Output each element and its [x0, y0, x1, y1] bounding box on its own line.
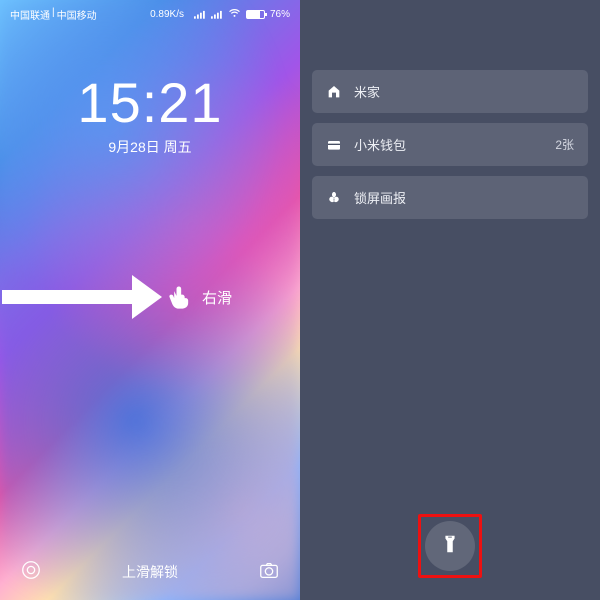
status-carriers: 中国联通 | 中国移动 [10, 7, 97, 22]
status-bar: 中国联通 | 中国移动 0.89K/s 76% [0, 0, 300, 22]
flashlight-button[interactable] [425, 521, 475, 571]
shortcut-item-label: 锁屏画报 [354, 188, 574, 207]
swipe-right-hint: 右滑 [0, 275, 300, 319]
mijia-icon [326, 84, 342, 100]
carrier-divider: | [52, 7, 55, 22]
signal-bars-2-icon [211, 10, 223, 19]
status-right: 0.89K/s 76% [150, 6, 290, 22]
lockscreen-time: 15:21 [0, 70, 300, 135]
lockscreen-panel: 中国联通 | 中国移动 0.89K/s 76% 15:21 9月28日 周五 [0, 0, 300, 600]
lockscreen-bottom-bar: 上滑解锁 [0, 559, 300, 584]
shortcut-panel[interactable]: 米家 小米钱包 2张 锁屏画报 [300, 0, 600, 600]
arrow-right-icon [132, 275, 162, 319]
swipe-right-label: 右滑 [202, 287, 232, 308]
unlock-hint-label: 上滑解锁 [122, 562, 178, 582]
battery-percent: 76% [270, 9, 290, 20]
lockscreen-date: 9月28日 周五 [0, 137, 300, 157]
flashlight-highlight [418, 514, 482, 578]
arrow-shaft [2, 290, 132, 304]
shortcut-item-wallpaper[interactable]: 锁屏画报 [312, 176, 588, 219]
pointing-hand-icon [166, 283, 194, 311]
shortcut-item-trailing: 2张 [555, 136, 574, 153]
wallet-icon [326, 137, 342, 153]
signal-bars-1-icon [194, 10, 206, 19]
carrier-1: 中国联通 [10, 7, 50, 22]
home-shortcut-icon[interactable] [20, 559, 42, 584]
carrier-2: 中国移动 [57, 7, 97, 22]
wifi-icon [228, 6, 241, 22]
flower-icon [326, 190, 342, 206]
network-speed: 0.89K/s [150, 9, 184, 20]
shortcut-item-label: 小米钱包 [354, 135, 555, 154]
flashlight-icon [439, 533, 461, 560]
shortcut-item-mijia[interactable]: 米家 [312, 70, 588, 113]
camera-shortcut-icon[interactable] [258, 559, 280, 584]
shortcut-item-wallet[interactable]: 小米钱包 2张 [312, 123, 588, 166]
shortcut-item-label: 米家 [354, 82, 574, 101]
battery-icon [246, 10, 265, 19]
